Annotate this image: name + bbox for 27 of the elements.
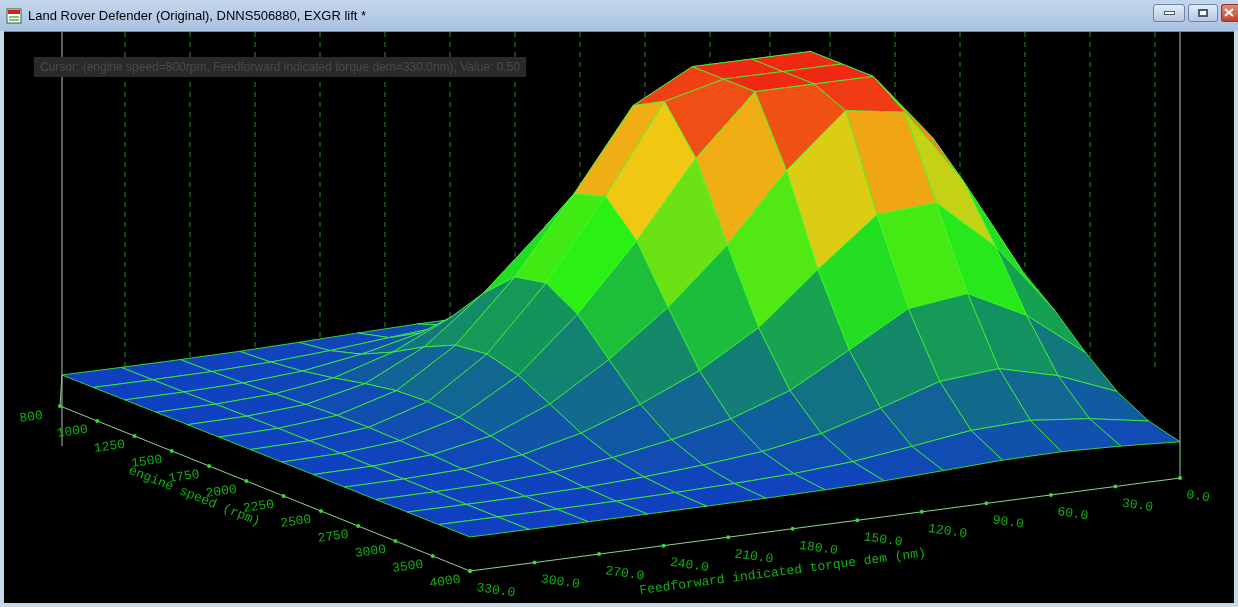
axis-tick-label: 210.0 [733, 546, 775, 567]
axis-tick-label: 30.0 [1120, 495, 1154, 515]
close-icon [1224, 8, 1234, 17]
axis-tick-label: 180.0 [798, 537, 839, 559]
axis-tick-label: 2750 [316, 526, 350, 546]
maximize-icon [1198, 8, 1208, 17]
close-button[interactable] [1221, 3, 1238, 22]
axis-tick-label: 1250 [93, 436, 126, 456]
axis-tick-label: 300.0 [540, 571, 581, 592]
axis-tick-label: 240.0 [669, 554, 710, 576]
window-title: Land Rover Defender (Original), DNNS506880, EXGR lift * [28, 6, 367, 25]
axis-tick-label: 0.0 [1185, 487, 1211, 506]
axis-tick-label: 800 [18, 407, 44, 426]
minimize-icon [1163, 10, 1175, 15]
axis-tick-label: 330.0 [475, 580, 517, 601]
axis-tick-label: 4000 [428, 571, 462, 591]
maximize-button[interactable] [1188, 3, 1218, 22]
axis-tick-label: 60.0 [1056, 504, 1090, 524]
axis-tick-label: 90.0 [991, 512, 1025, 532]
minimize-button[interactable] [1153, 3, 1185, 22]
axis-tick-label: 2500 [279, 511, 313, 531]
axis-tick-label: 3500 [391, 556, 425, 576]
axis-tick-label: 1000 [55, 421, 89, 441]
app-icon [6, 7, 22, 24]
axis-tick-label: 3000 [353, 541, 387, 561]
axis-tick-label: 120.0 [927, 520, 968, 542]
axis-tick-label: 150.0 [862, 529, 904, 550]
